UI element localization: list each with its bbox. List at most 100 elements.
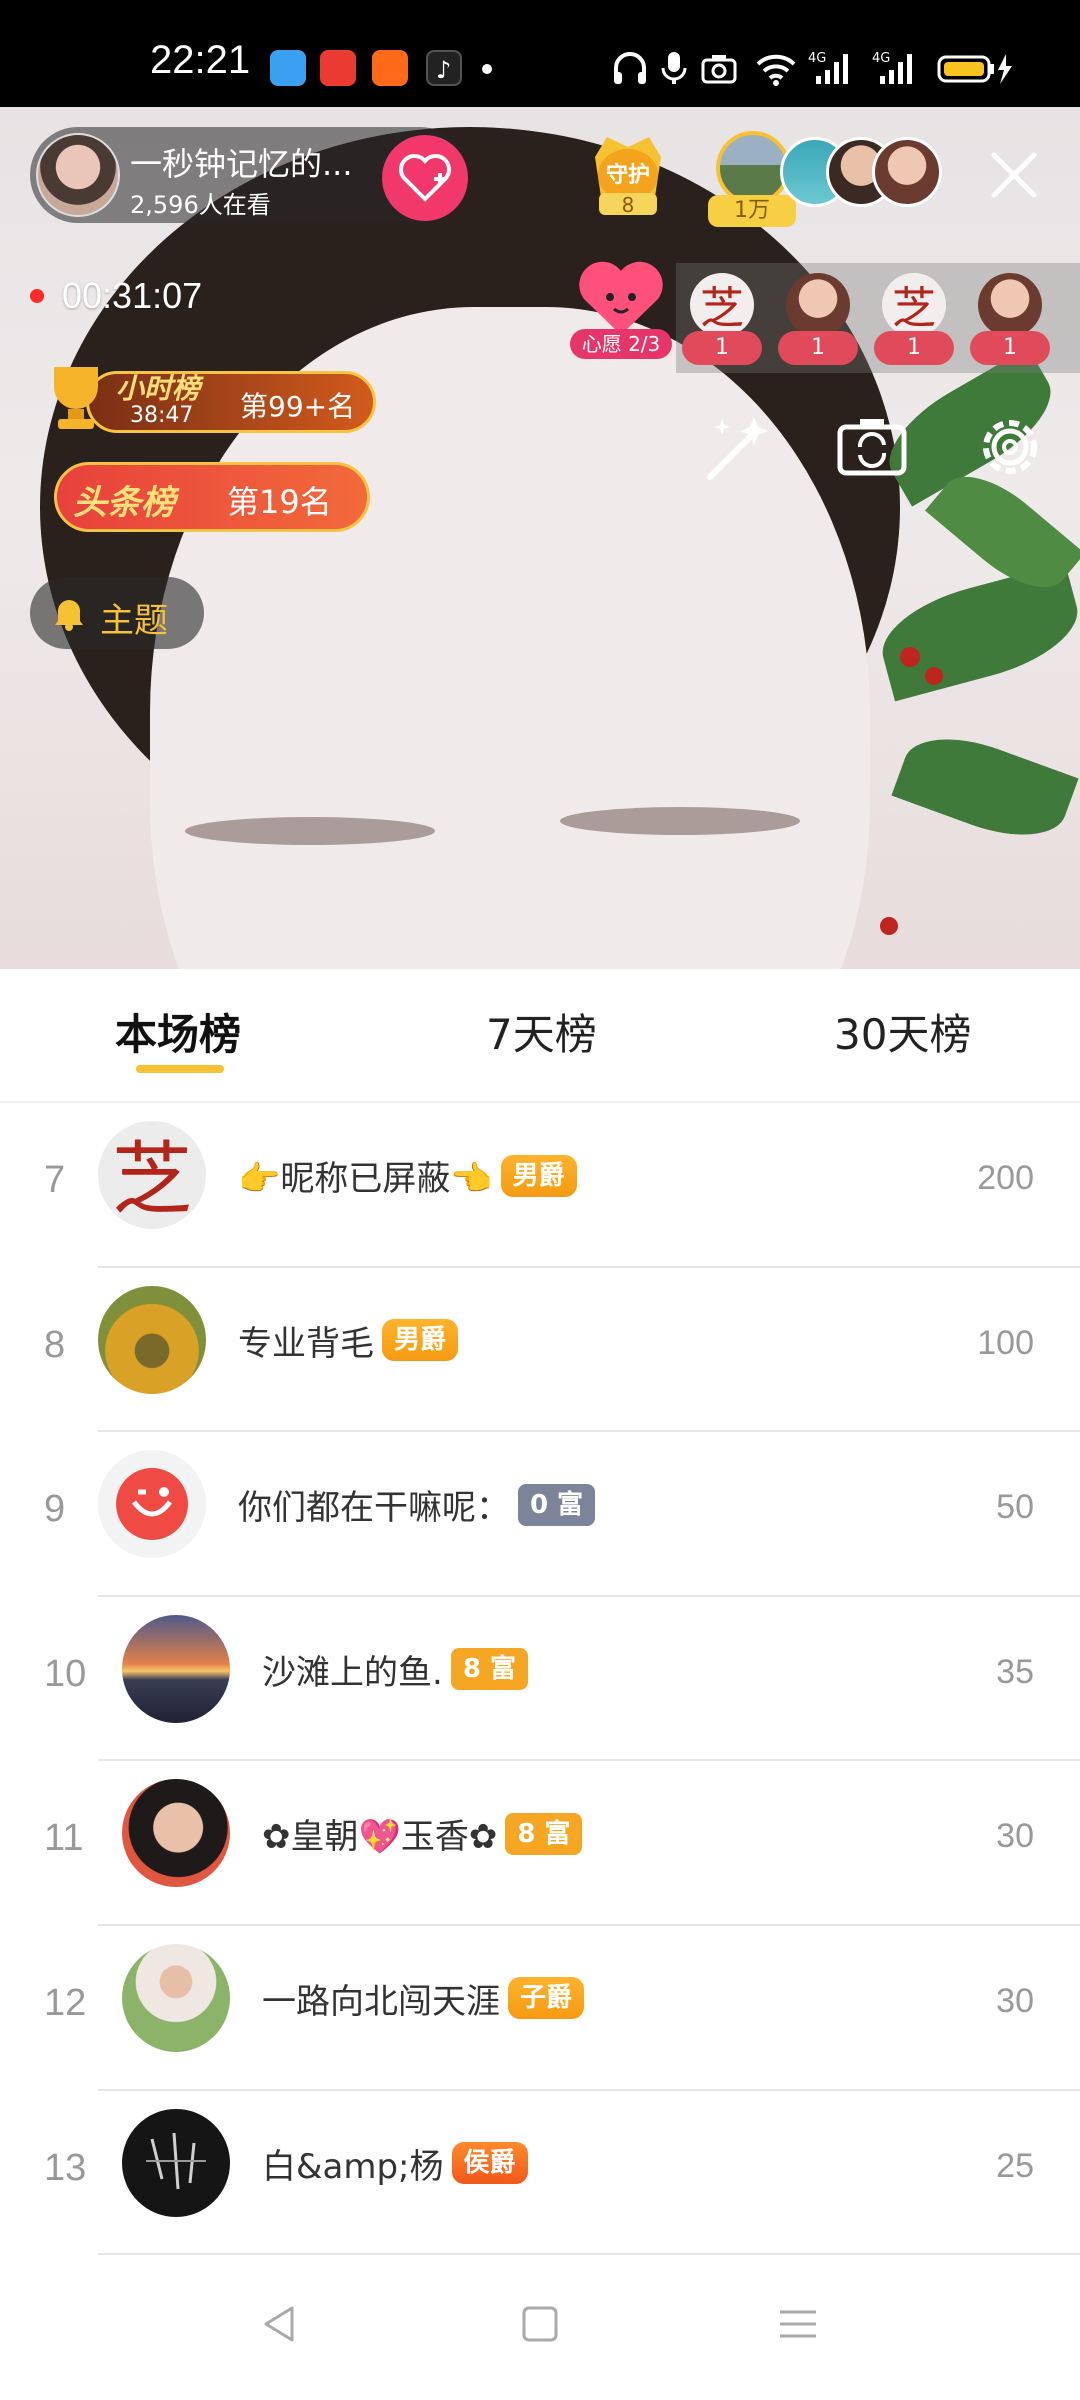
user-avatar[interactable]: 芝	[98, 1121, 206, 1229]
leaderboard-row[interactable]: 13 白&amp;杨 侯爵 25	[0, 2091, 1080, 2256]
fan-avatar	[978, 273, 1042, 337]
user-avatar[interactable]	[98, 1285, 206, 1394]
user-name-text: 👉昵称已屏蔽👈	[238, 1159, 493, 1199]
user-name[interactable]: 👉昵称已屏蔽👈 男爵	[238, 1151, 577, 1200]
user-name-text: 一路向北闯天涯	[262, 1981, 500, 2022]
viewer-avatar[interactable]	[872, 137, 942, 207]
fan-item[interactable]: 1	[970, 273, 1050, 369]
tab-current-session[interactable]: 本场榜	[115, 1001, 241, 1062]
status-bar: 22:21 ♪ 4G 4G	[0, 0, 1080, 107]
recents-menu-icon[interactable]	[776, 2302, 820, 2346]
user-avatar[interactable]	[122, 1779, 230, 1888]
user-name-text: ✿皇朝💖玉香✿	[262, 1817, 498, 1858]
score-value: 100	[977, 1323, 1034, 1362]
leaderboard-row[interactable]: 8 专业背毛 男爵 100	[0, 1268, 1080, 1433]
battery-charging-icon	[937, 54, 1012, 84]
hour-rank-title: 小时榜	[116, 372, 201, 405]
notification-dot-icon	[482, 64, 492, 74]
leaderboard-row[interactable]: 10 沙滩上的鱼. 8 富 35	[0, 1597, 1080, 1762]
home-icon[interactable]	[518, 2302, 562, 2346]
status-time: 22:21	[150, 38, 251, 82]
tab-7-days[interactable]: 7天榜	[486, 1001, 597, 1062]
user-name[interactable]: 你们都在干嘛呢： 0 富	[238, 1480, 596, 1529]
close-icon[interactable]	[986, 147, 1042, 203]
tab-30-days[interactable]: 30天榜	[834, 1001, 971, 1062]
live-video[interactable]: 一秒钟记忆的... 2,596人在看 守护 8 1万 00:31:07 心愿 2…	[0, 107, 1080, 969]
live-indicator-dot	[30, 289, 44, 303]
user-name[interactable]: ✿皇朝💖玉香✿ 8 富	[262, 1809, 583, 1858]
topic-label: 主题	[100, 601, 168, 641]
magic-wand-icon[interactable]	[698, 407, 778, 487]
score-value: 50	[996, 1488, 1034, 1527]
headphones-icon	[614, 52, 646, 84]
score-value: 30	[996, 1817, 1034, 1856]
fan-count: 1	[874, 331, 954, 365]
rich-badge: 0 富	[518, 1483, 596, 1526]
topic-button[interactable]: 主题	[30, 577, 204, 649]
user-avatar[interactable]	[122, 1614, 230, 1723]
headline-rank-title: 头条榜	[73, 483, 175, 523]
score-value: 30	[996, 1981, 1034, 2020]
follow-button[interactable]	[382, 135, 468, 221]
heart-plus-icon	[399, 154, 451, 202]
berry	[900, 647, 920, 667]
signal-4g-icon-2: 4G	[872, 51, 912, 84]
leaderboard-row[interactable]: 11 ✿皇朝💖玉香✿ 8 富 30	[0, 1761, 1080, 1926]
svg-text:4G: 4G	[872, 51, 890, 66]
user-name[interactable]: 白&amp;杨 侯爵	[262, 2139, 528, 2188]
fan-item[interactable]: 芝 1	[682, 273, 762, 369]
nobility-badge: 男爵	[500, 1154, 577, 1197]
headline-rank-position: 第19名	[227, 483, 332, 521]
rank-number: 13	[44, 2146, 87, 2189]
row-divider	[98, 2253, 1080, 2256]
hour-rank-badge[interactable]: 小时榜 38:47 第99+名	[36, 357, 376, 437]
contributor-avatar	[716, 131, 790, 205]
wish-label: 心愿 2/3	[570, 329, 672, 359]
rank-number: 7	[44, 1159, 66, 1201]
headline-rank-badge[interactable]: 头条榜 第19名	[54, 462, 370, 532]
leaderboard-list[interactable]: 7 芝 👉昵称已屏蔽👈 男爵 200 8 专业背毛 男爵 100 9 你们都在干…	[0, 1103, 1080, 2256]
nobility-badge: 男爵	[382, 1319, 459, 1362]
user-avatar[interactable]	[98, 1450, 206, 1559]
user-avatar[interactable]	[122, 2108, 230, 2217]
fan-item[interactable]: 1	[778, 273, 858, 369]
tiktok-app-icon: ♪	[426, 50, 462, 86]
fan-count: 1	[682, 331, 762, 365]
user-name[interactable]: 一路向北闯天涯 子爵	[262, 1974, 585, 2023]
hour-rank-timer: 38:47	[130, 403, 194, 428]
user-name-text: 专业背毛	[238, 1323, 374, 1364]
user-name-text: 沙滩上的鱼.	[262, 1652, 443, 1693]
guard-count: 8	[621, 193, 635, 217]
leaderboard-row[interactable]: 9 你们都在干嘛呢： 0 富 50	[0, 1432, 1080, 1597]
nobility-badge: 子爵	[508, 1977, 585, 2020]
rank-number: 11	[44, 1817, 84, 1860]
bell-icon	[55, 600, 83, 631]
microphone-icon	[661, 52, 687, 84]
svg-text:4G: 4G	[808, 51, 826, 66]
top-fans-strip[interactable]: 芝 1 1 芝 1 1	[676, 263, 1080, 373]
flip-camera-icon[interactable]	[832, 407, 912, 487]
fan-count: 1	[970, 331, 1050, 365]
svg-text:芝: 芝	[892, 283, 936, 334]
user-name[interactable]: 专业背毛 男爵	[238, 1316, 459, 1365]
rank-number: 12	[44, 1981, 87, 2024]
anchor-avatar[interactable]	[36, 133, 120, 217]
wish-badge[interactable]: 心愿 2/3	[566, 259, 676, 359]
plant-leaf	[891, 720, 1079, 854]
settings-gear-icon[interactable]	[970, 407, 1050, 487]
user-avatar[interactable]	[122, 1943, 230, 2052]
berry	[925, 667, 943, 685]
back-icon[interactable]	[258, 2302, 302, 2346]
user-name-text: 白&amp;杨	[262, 2146, 444, 2187]
fan-item[interactable]: 芝 1	[874, 273, 954, 369]
trophy-icon	[54, 367, 98, 429]
hour-rank-position: 第99+名	[240, 390, 356, 423]
leaderboard-row[interactable]: 12 一路向北闯天涯 子爵 30	[0, 1926, 1080, 2091]
guard-badge[interactable]: 守护 8	[585, 127, 671, 219]
user-name[interactable]: 沙滩上的鱼. 8 富	[262, 1645, 528, 1694]
guard-label: 守护	[605, 163, 650, 188]
fan-avatar: 芝	[690, 273, 754, 337]
leaderboard-row[interactable]: 7 芝 👉昵称已屏蔽👈 男爵 200	[0, 1103, 1080, 1268]
anchor-name: 一秒钟记忆的...	[130, 145, 353, 183]
nobility-badge: 侯爵	[451, 2142, 528, 2185]
